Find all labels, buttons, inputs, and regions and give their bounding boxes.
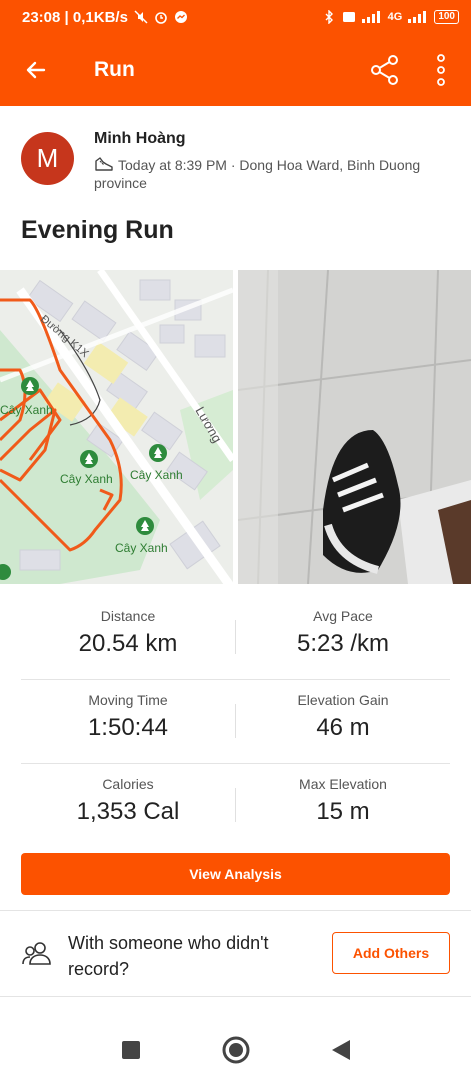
map-poi-label: Cây Xanh: [0, 403, 53, 417]
messenger-icon: [174, 11, 187, 23]
stat-value: 1,353 Cal: [76, 798, 180, 825]
map-poi-label-4: Cây Xanh: [115, 541, 168, 555]
route-map[interactable]: Đường K1X Lương Cây Xanh Cây Xanh Cây Xa…: [0, 270, 233, 584]
stat-elevation-gain: Elevation Gain 46 m: [236, 680, 450, 742]
more-vertical-icon: [437, 54, 445, 86]
signal-icon-2: [408, 11, 427, 23]
stat-label: Avg Pace: [313, 608, 373, 624]
map-poi-label-3: Cây Xanh: [130, 468, 183, 482]
stat-calories: Calories 1,353 Cal: [21, 764, 235, 826]
stat-label: Elevation Gain: [297, 692, 389, 708]
more-options-button[interactable]: [417, 34, 465, 106]
alarm-icon: [155, 12, 167, 24]
system-nav-bar: [0, 1020, 471, 1080]
stat-value: 46 m: [316, 714, 370, 741]
back-nav-icon[interactable]: [330, 1038, 352, 1062]
stat-label: Moving Time: [88, 692, 168, 708]
stat-value: 1:50:44: [87, 714, 169, 741]
stat-value: 5:23 /km: [296, 630, 390, 657]
stat-max-elevation: Max Elevation 15 m: [236, 764, 450, 826]
stats-row: Calories 1,353 Cal Max Elevation 15 m: [21, 764, 450, 848]
shoe-icon: [95, 157, 113, 171]
avatar[interactable]: M: [21, 132, 74, 185]
stat-avg-pace: Avg Pace 5:23 /km: [236, 596, 450, 658]
add-others-button[interactable]: Add Others: [332, 932, 450, 974]
athlete-name[interactable]: Minh Hoàng: [94, 130, 186, 148]
home-icon[interactable]: [221, 1035, 251, 1065]
map-poi-label-2: Cây Xanh: [60, 472, 113, 486]
page-title: Run: [94, 58, 135, 81]
activity-title: Evening Run: [21, 216, 174, 244]
stat-value: 15 m: [316, 798, 370, 825]
stats-row: Distance 20.54 km Avg Pace 5:23 /km: [21, 596, 450, 680]
battery-icon: 100: [434, 10, 459, 24]
stats-row: Moving Time 1:50:44 Elevation Gain 46 m: [21, 680, 450, 764]
stat-label: Distance: [100, 608, 156, 624]
stat-label: Max Elevation: [299, 776, 387, 792]
view-analysis-button[interactable]: View Analysis: [21, 853, 450, 895]
network-type: 4G: [387, 11, 403, 23]
share-button[interactable]: [361, 34, 409, 106]
volte-icon: [342, 12, 355, 22]
stat-moving-time: Moving Time 1:50:44: [21, 680, 235, 742]
divider: [0, 910, 471, 911]
add-others-prompt: With someone who didn't record?: [68, 933, 269, 979]
stat-label: Calories: [102, 776, 154, 792]
activity-meta-text: Today at 8:39 PM · Dong Hoa Ward, Binh D…: [94, 157, 421, 191]
people-icon: [22, 942, 51, 965]
stat-value: 20.54 km: [78, 630, 178, 657]
mute-icon: [134, 10, 148, 24]
divider: [0, 996, 471, 997]
bluetooth-icon: [325, 10, 333, 24]
recents-icon[interactable]: [120, 1039, 142, 1061]
activity-photo[interactable]: [238, 270, 471, 584]
stat-distance: Distance 20.54 km: [21, 596, 235, 658]
app-bar: Run: [0, 34, 471, 106]
arrow-left-icon: [26, 61, 46, 79]
back-button[interactable]: [6, 34, 66, 106]
signal-icon: [361, 11, 380, 23]
activity-meta: Today at 8:39 PM · Dong Hoa Ward, Binh D…: [94, 156, 454, 192]
stats-grid: Distance 20.54 km Avg Pace 5:23 /km Movi…: [21, 596, 450, 848]
photo-image: [238, 270, 471, 584]
add-others-row: With someone who didn't record? Add Othe…: [0, 912, 471, 996]
map-canvas: Đường K1X Lương Cây Xanh Cây Xanh Cây Xa…: [0, 270, 233, 584]
media-row: Đường K1X Lương Cây Xanh Cây Xanh Cây Xa…: [0, 270, 471, 584]
share-icon: [371, 55, 398, 85]
status-time: 23:08 | 0,1KB/s: [22, 8, 128, 26]
status-bar: 23:08 | 0,1KB/s 4G 100: [0, 0, 471, 34]
